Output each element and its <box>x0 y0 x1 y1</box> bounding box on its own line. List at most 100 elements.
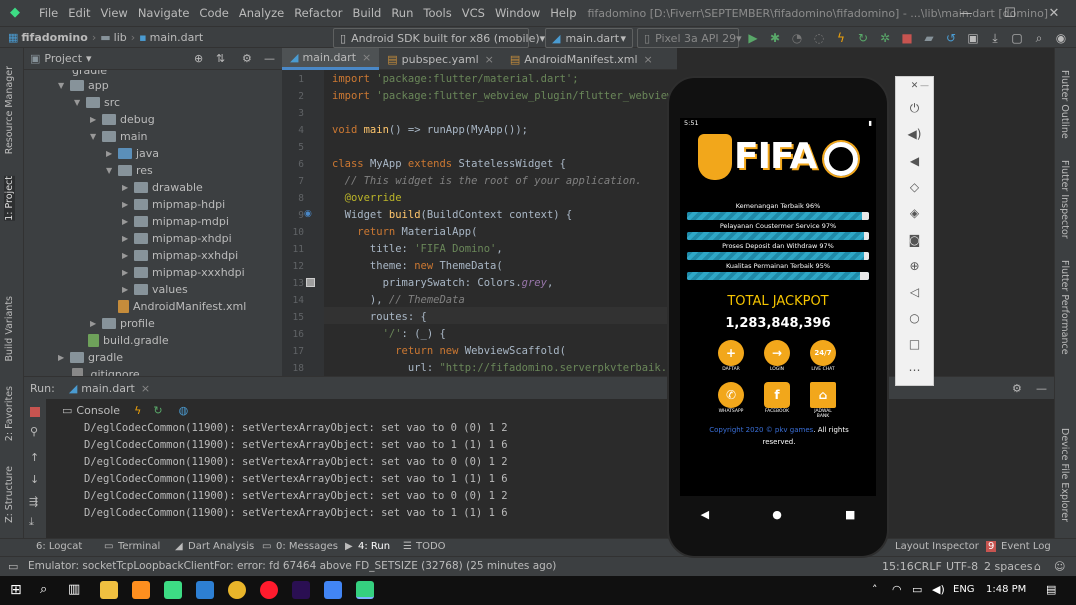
menu-help[interactable]: Help <box>545 6 581 20</box>
tab-run[interactable]: 4: Run <box>358 541 390 552</box>
override-gutter-icon[interactable]: ◉ <box>304 209 312 219</box>
tab-manifest[interactable]: ▤ AndroidManifest.xml × <box>502 48 661 70</box>
tree-item-mipmap-xxhdpi[interactable]: ▶ mipmap-xxhdpi <box>122 247 238 264</box>
menu-window[interactable]: Window <box>490 6 545 20</box>
scroll-end-icon[interactable]: ⤓ <box>29 515 34 529</box>
code-line-13[interactable]: primarySwatch: Colors.grey, <box>332 277 554 289</box>
menu-code[interactable]: Code <box>194 6 233 20</box>
pinned-app-icon[interactable] <box>324 581 342 599</box>
code-line-17[interactable]: return new WebviewScaffold( <box>332 345 566 357</box>
overview-icon[interactable]: ■ <box>845 508 855 521</box>
emulator-task-icon[interactable] <box>356 581 374 599</box>
project-view-selector[interactable]: Project <box>44 52 82 65</box>
bank-schedule-button[interactable]: ⌂ JADWAL BANK <box>808 382 838 419</box>
menu-vcs[interactable]: VCS <box>457 6 490 20</box>
tree-item-app[interactable]: ▼ app <box>58 77 109 94</box>
tab-logcat[interactable]: 6: Logcat <box>36 541 82 552</box>
gear-icon[interactable]: ⚙ <box>242 52 252 65</box>
back-icon[interactable]: ◀ <box>701 508 709 521</box>
close-icon[interactable]: × <box>141 382 150 395</box>
login-button[interactable]: → LOGIN <box>762 340 792 372</box>
close-icon[interactable]: × <box>485 53 494 66</box>
code-line-6[interactable]: class MyApp extends StatelessWidget { <box>332 158 566 170</box>
windows-start-icon[interactable]: ⊞ <box>10 582 22 598</box>
tab-resource-manager[interactable]: Resource Manager <box>4 66 15 154</box>
avd-manager-icon[interactable]: ▢ <box>1008 29 1026 47</box>
sublime-icon[interactable] <box>132 581 150 599</box>
menu-analyze[interactable]: Analyze <box>234 6 289 20</box>
code-line-7[interactable]: // This widget is the root of your appli… <box>332 175 642 187</box>
devtools-icon[interactable]: ◍ <box>179 404 189 417</box>
code-line-8[interactable]: @override <box>332 192 402 204</box>
code-line-9[interactable]: Widget build(BuildContext context) { <box>332 209 573 221</box>
network-icon[interactable]: ◠ <box>892 583 902 596</box>
tree-item-drawable[interactable]: ▶ drawable <box>122 179 203 196</box>
chrome-icon[interactable] <box>228 581 246 599</box>
tree-item-mipmap-hdpi[interactable]: ▶ mipmap-hdpi <box>122 196 225 213</box>
layout-icon[interactable]: ▣ <box>964 29 982 47</box>
close-icon[interactable]: × <box>362 51 371 64</box>
code-line-14[interactable]: ), // ThemeData <box>332 294 465 306</box>
indent-setting[interactable]: 2 spaces <box>984 560 1033 573</box>
tree-item-mipmap-xhdpi[interactable]: ▶ mipmap-xhdpi <box>122 230 232 247</box>
chevron-up-icon[interactable]: ˄ <box>872 583 878 596</box>
code-line-11[interactable]: title: 'FIFA Domino', <box>332 243 503 255</box>
stop-icon[interactable] <box>30 407 40 417</box>
footer-link[interactable]: Copyright 2020 © pkv games <box>709 426 813 434</box>
breadcrumb-file[interactable]: main.dart <box>150 31 204 44</box>
caret-position[interactable]: 15:16 <box>882 560 914 573</box>
hot-restart-icon[interactable]: ↻ <box>153 404 162 417</box>
live-chat-button[interactable]: 24/7 LIVE CHAT <box>808 340 838 372</box>
phone-screen[interactable]: 5:51 ▮ FIFA Kemenangan Terbaik 96% Pelaya… <box>680 118 876 496</box>
hide-icon[interactable]: — <box>1036 382 1047 395</box>
notifications-icon[interactable]: ▤ <box>1046 583 1056 596</box>
tab-flutter-inspector[interactable]: Flutter Inspector <box>1059 160 1070 239</box>
menu-tools[interactable]: Tools <box>418 6 456 20</box>
breadcrumb-project[interactable]: fifadomino <box>21 31 87 44</box>
home-icon[interactable]: ● <box>772 508 782 521</box>
menu-edit[interactable]: Edit <box>63 6 95 20</box>
tree-item-src[interactable]: ▼ src <box>74 94 120 111</box>
tab-flutter-performance[interactable]: Flutter Performance <box>1059 260 1070 355</box>
console-tab[interactable]: Console <box>76 404 120 417</box>
premiere-icon[interactable] <box>292 581 310 599</box>
search-icon[interactable]: ⌕ <box>40 582 47 597</box>
tab-project[interactable]: 1: Project <box>4 176 15 221</box>
tree-item-main[interactable]: ▼ main <box>90 128 147 145</box>
tree-item-values[interactable]: ▶ values <box>122 281 188 298</box>
code-line-4[interactable]: void main() => runApp(MyApp()); <box>332 124 528 136</box>
menu-refactor[interactable]: Refactor <box>289 6 347 20</box>
sync-icon[interactable]: ↺ <box>942 29 960 47</box>
tree-item-debug[interactable]: ▶ debug <box>90 111 155 128</box>
tab-flutter-outline[interactable]: Flutter Outline <box>1059 70 1070 139</box>
task-view-icon[interactable]: ▥ <box>68 582 80 597</box>
tab-layout-inspector[interactable]: Layout Inspector <box>895 541 979 552</box>
facebook-button[interactable]: f FACEBOOK <box>762 382 792 414</box>
daftar-button[interactable]: + DAFTAR <box>716 340 746 372</box>
camera-icon[interactable]: ◙ <box>896 233 933 247</box>
tab-build-variants[interactable]: Build Variants <box>4 296 15 362</box>
scope-icon[interactable]: ⊕ <box>194 52 203 65</box>
run-icon[interactable]: ▶ <box>744 29 762 47</box>
line-separator[interactable]: CRLF <box>914 560 942 573</box>
battery-icon[interactable]: ▭ <box>912 583 922 596</box>
volume-down-icon[interactable]: ◀ <box>896 154 933 168</box>
tree-item-gitignore[interactable]: .gitignore <box>72 366 140 376</box>
tab-favorites[interactable]: 2: Favorites <box>4 386 15 441</box>
hot-restart-icon[interactable]: ↻ <box>854 29 872 47</box>
soft-wrap-icon[interactable]: ⇶ <box>29 495 38 508</box>
chevron-down-icon[interactable]: ▾ <box>86 52 92 65</box>
minimize-icon[interactable]: — <box>906 81 943 91</box>
tree-item-mipmap-xxxhdpi[interactable]: ▶ mipmap-xxxhdpi <box>122 264 245 281</box>
gear-icon[interactable]: ⚙ <box>1012 382 1022 395</box>
breadcrumb-lib[interactable]: lib <box>114 31 127 44</box>
close-button[interactable]: ✕ <box>1032 0 1076 26</box>
code-line-18[interactable]: url: "http://fifadomino.serverpkvterbaik… <box>332 362 674 374</box>
code-line-2[interactable]: import 'package:flutter_webview_plugin/f… <box>332 90 673 102</box>
up-arrow-icon[interactable]: ↑ <box>30 451 39 464</box>
file-explorer-icon[interactable] <box>100 581 118 599</box>
tab-todo[interactable]: TODO <box>416 541 446 552</box>
menu-run[interactable]: Run <box>386 6 418 20</box>
attach-icon[interactable]: ◌ <box>810 29 828 47</box>
hot-reload-icon[interactable]: ϟ <box>832 29 850 47</box>
